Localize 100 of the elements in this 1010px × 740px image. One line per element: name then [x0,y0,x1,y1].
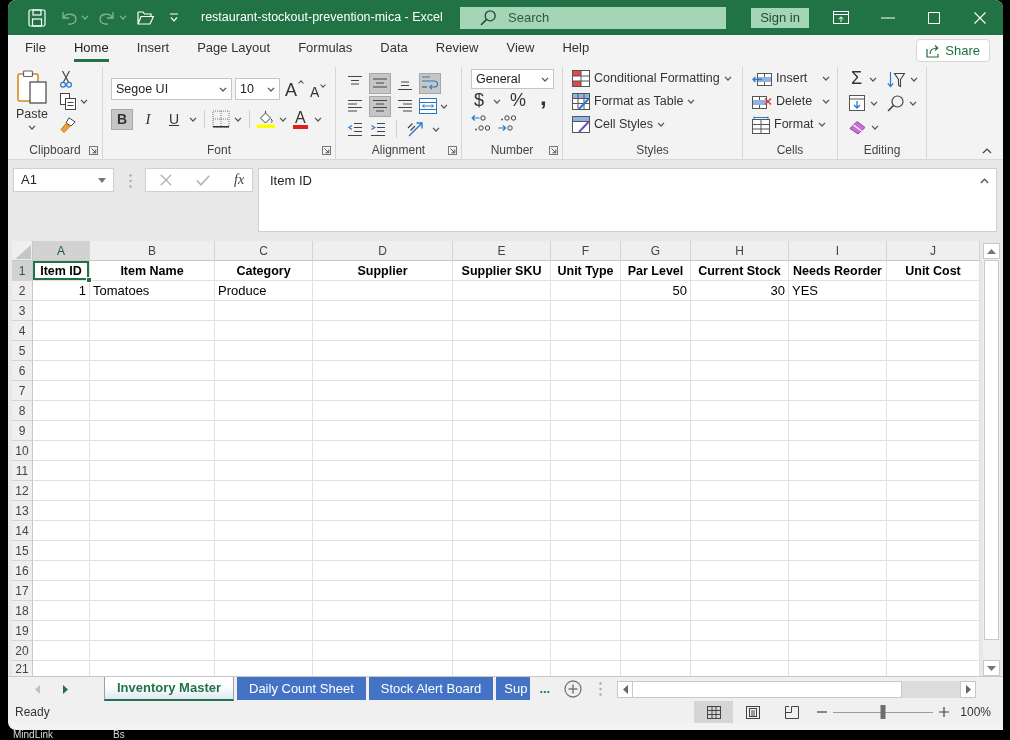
search-icon[interactable] [887,94,904,112]
caret-icon[interactable] [432,126,440,132]
ribbon-display-icon[interactable] [833,11,849,24]
sheet-tab[interactable]: Daily Count Sheet [237,677,366,700]
percent-button[interactable]: % [507,91,530,111]
delete-button[interactable]: Delete [752,92,830,111]
caret-icon[interactable] [313,116,322,122]
column-header[interactable]: C [215,241,313,261]
underline-button[interactable]: U [163,108,185,130]
decrease-indent-icon[interactable] [347,121,363,137]
dialog-launcher-icon[interactable] [448,146,457,155]
caret-icon[interactable] [909,100,917,106]
vertical-scrollbar[interactable] [983,243,1000,676]
conditional-formatting-button[interactable]: Conditional Formatting [572,69,732,88]
sort-filter-icon[interactable] [887,70,905,88]
ribbon-tab[interactable]: Insert [136,38,170,62]
caret-icon[interactable] [541,76,549,82]
sheet-tab[interactable]: Stock Alert Board [368,677,494,700]
caret-icon[interactable] [189,116,197,122]
row-header[interactable]: 20 [12,641,33,661]
italic-button[interactable]: I [137,108,159,130]
row-header[interactable]: 18 [12,601,33,621]
save-icon[interactable] [28,8,46,27]
row-header[interactable]: 13 [12,501,33,521]
drag-handle-icon[interactable] [129,174,132,188]
search-field[interactable]: Search [460,6,726,29]
dialog-launcher-icon[interactable] [322,146,331,155]
sheet-tab[interactable]: Inventory Master [104,677,234,701]
customize-toolbar-icon[interactable] [169,13,179,22]
column-header[interactable]: F [551,241,621,261]
row-header[interactable]: 3 [12,301,33,321]
format-button[interactable]: Format [752,115,830,134]
scroll-thumb[interactable] [633,680,903,698]
row-header[interactable]: 2 [12,281,33,301]
caret-icon[interactable] [234,116,242,122]
eraser-icon[interactable] [849,119,866,135]
fill-handle[interactable] [86,277,92,283]
scroll-left-button[interactable] [617,680,634,698]
font-color-button[interactable]: A [291,108,310,130]
merge-cells-icon[interactable] [419,98,437,114]
column-header[interactable]: I [789,241,887,261]
column-header[interactable]: G [621,241,691,261]
sheet-tab[interactable]: Sup [496,677,531,700]
row-header[interactable]: 12 [12,481,33,501]
expand-formula-bar-icon[interactable] [980,178,989,184]
dialog-launcher-icon[interactable] [549,146,558,155]
ribbon-tab[interactable]: File [25,38,46,62]
insert-button[interactable]: Insert [752,69,830,88]
row-header[interactable]: 14 [12,521,33,541]
folder-icon[interactable] [137,10,154,25]
font-size-field[interactable]: 10 [235,78,280,100]
row-header[interactable]: 7 [12,381,33,401]
name-box[interactable]: A1 [13,168,114,192]
column-header[interactable]: A [33,241,90,261]
close-icon[interactable] [974,11,986,24]
caret-icon[interactable] [871,124,879,130]
caret-icon[interactable] [440,103,448,109]
scroll-up-button[interactable] [983,243,1000,259]
currency-button[interactable]: $ [471,91,487,111]
row-header[interactable]: 5 [12,341,33,361]
fill-down-icon[interactable] [849,95,865,111]
copy-icon[interactable] [59,93,76,110]
row-header[interactable]: 1 [12,261,33,281]
caret-icon[interactable] [267,86,275,92]
ribbon-tab[interactable]: Review [435,38,479,62]
fill-bucket-icon[interactable] [257,110,275,128]
scissors-icon[interactable] [59,69,72,88]
ribbon-tab[interactable]: Home [73,38,109,62]
scroll-right-button[interactable] [960,680,977,698]
minimize-icon[interactable] [881,16,895,19]
cell-styles-button[interactable]: Cell Styles [572,115,732,134]
sign-in-button[interactable]: Sign in [751,7,809,28]
column-header[interactable]: B [90,241,215,261]
scroll-down-button[interactable] [983,660,1000,676]
format-as-table-button[interactable]: Format as Table [572,92,732,111]
bold-button[interactable]: B [111,108,133,130]
column-header[interactable]: J [887,241,980,261]
caret-icon[interactable] [910,76,918,82]
ribbon-tab[interactable]: Data [380,38,408,62]
column-header[interactable]: E [453,241,551,261]
row-header[interactable]: 4 [12,321,33,341]
split-handle-icon[interactable] [599,682,603,696]
caret-icon[interactable] [79,99,88,104]
ribbon-tab[interactable]: Help [562,38,590,62]
more-sheets-button[interactable]: ... [535,677,555,701]
row-header[interactable]: 8 [12,401,33,421]
borders-icon[interactable] [212,110,230,128]
column-header[interactable]: D [313,241,453,261]
scroll-thumb[interactable] [984,260,999,640]
font-name-field[interactable]: Segoe UI [111,78,232,100]
autosum-button[interactable]: Σ [849,69,865,89]
maximize-icon[interactable] [928,11,940,24]
caret-icon[interactable] [219,86,227,92]
horizontal-scrollbar[interactable] [617,680,977,698]
row-header[interactable]: 15 [12,541,33,561]
grow-font-button[interactable]: A [284,78,305,100]
row-header[interactable]: 11 [12,461,33,481]
center-align-button[interactable] [369,95,391,117]
add-sheet-icon[interactable] [564,680,583,698]
next-sheet-icon[interactable] [63,684,68,694]
